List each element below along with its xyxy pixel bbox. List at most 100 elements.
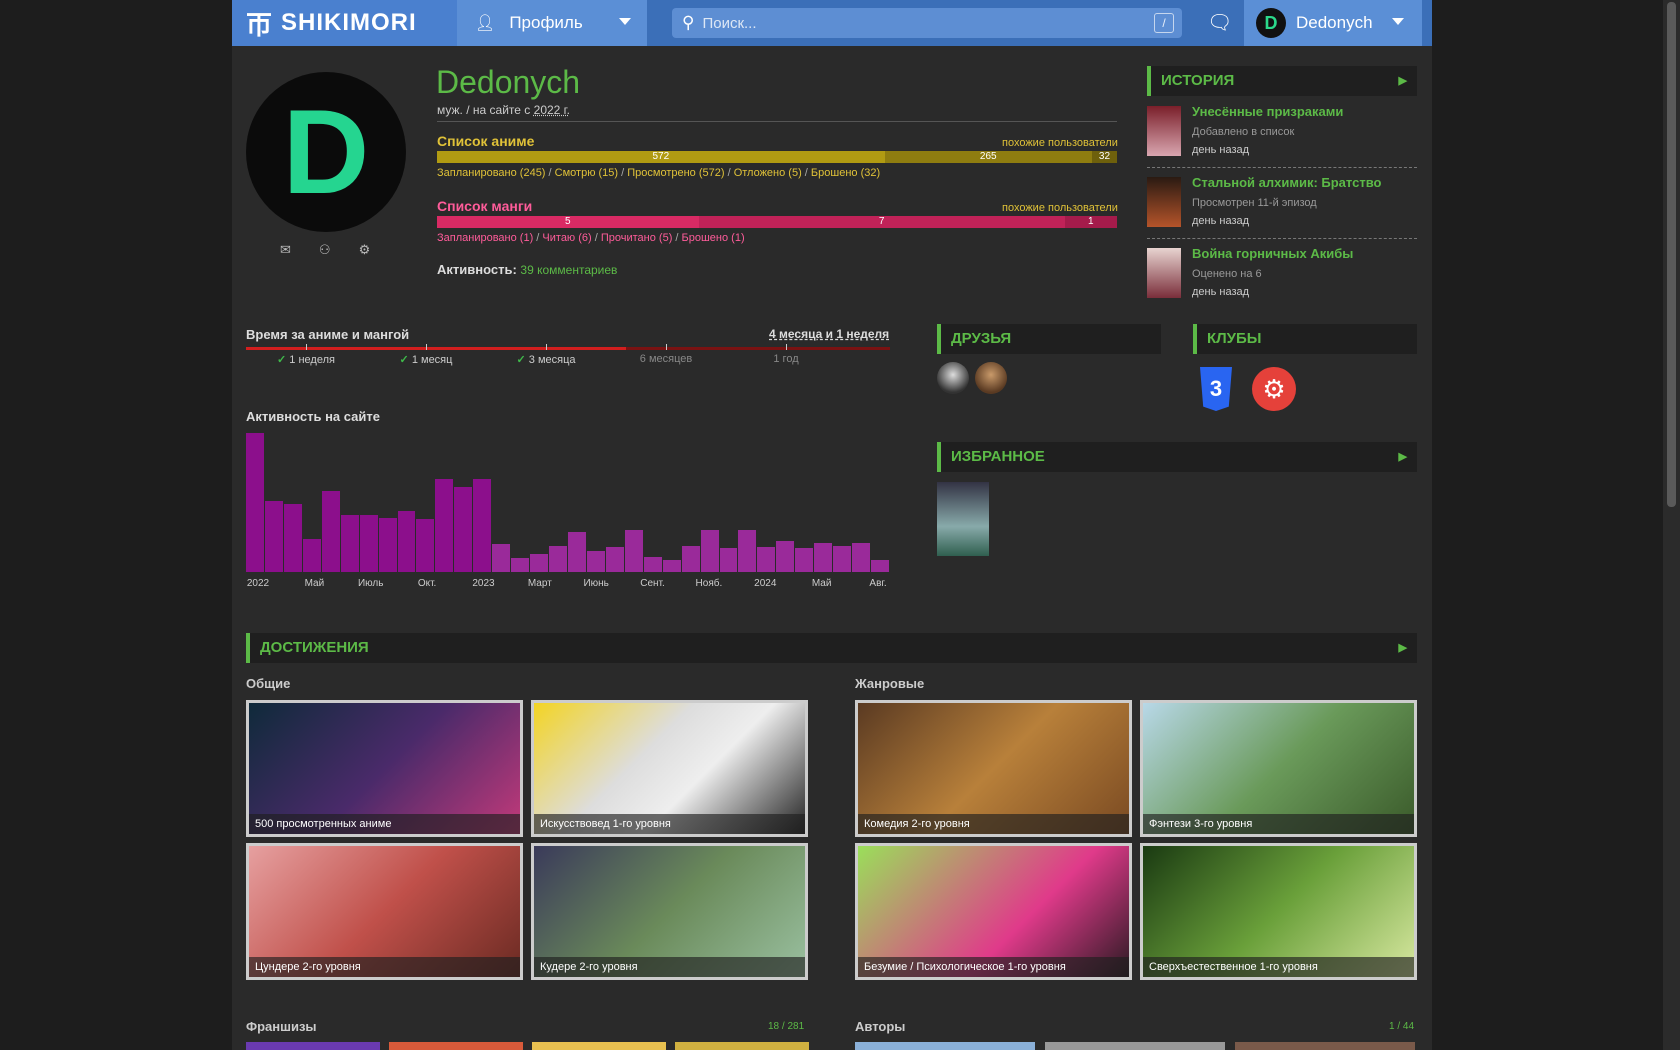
achievement-card[interactable]: Фэнтези 3-го уровня xyxy=(1140,700,1417,837)
page-scrollbar[interactable] xyxy=(1663,0,1680,1050)
list-status-link[interactable]: Прочитано (5) xyxy=(601,232,673,244)
profile-actions: ✉ ⚇ ⚙ xyxy=(280,242,370,258)
list-status-link[interactable]: Брошено (1) xyxy=(682,232,745,244)
favourite-character[interactable] xyxy=(937,482,989,556)
messages-icon[interactable]: 🗨︎ xyxy=(1207,10,1232,35)
activity-bar[interactable] xyxy=(757,546,776,572)
activity-bar[interactable] xyxy=(246,433,264,572)
history-item[interactable]: Стальной алхимик: Братство Просмотрен 11… xyxy=(1147,175,1417,245)
user-menu[interactable]: D Dedonych xyxy=(1244,0,1422,46)
activity-bar[interactable] xyxy=(568,531,586,572)
achievement-label: 500 просмотренных аниме xyxy=(249,814,520,834)
list-status-link[interactable]: Смотрю (15) xyxy=(555,167,618,179)
list-status-link[interactable]: Отложено (5) xyxy=(734,167,802,179)
anime-list-title[interactable]: Список аниме xyxy=(437,133,534,149)
achievement-label: Комедия 2-го уровня xyxy=(858,814,1129,834)
time-mark-label: ✓ 1 неделя xyxy=(277,354,335,366)
activity-bar[interactable] xyxy=(662,559,681,572)
friend-avatar[interactable] xyxy=(975,362,1007,394)
gears-club-icon[interactable]: ⚙ xyxy=(1252,367,1296,411)
achievement-card[interactable]: Цундере 2-го уровня xyxy=(246,843,523,980)
activity-comments-link[interactable]: 39 комментариев xyxy=(520,263,617,277)
time-spent-total[interactable]: 4 месяца и 1 неделя xyxy=(769,327,889,341)
achievement-card[interactable]: Комедия 2-го уровня xyxy=(855,700,1132,837)
manga-similar-users[interactable]: похожие пользователи xyxy=(1002,202,1118,214)
activity-bar[interactable] xyxy=(852,542,871,572)
profile-menu[interactable]: 👤︎ Профиль xyxy=(457,0,647,46)
activity-bar[interactable] xyxy=(681,545,700,572)
activity-bar[interactable] xyxy=(871,559,889,572)
achievement-card[interactable]: Искусствовед 1-го уровня xyxy=(531,700,808,837)
activity-bar[interactable] xyxy=(795,548,814,572)
favourites-header[interactable]: ИЗБРАННОЕ ▶ xyxy=(937,442,1417,472)
activity-bar[interactable] xyxy=(359,515,378,572)
history-item[interactable]: Война горничных Акибы Оценено на 6 день … xyxy=(1147,246,1417,316)
history-item-time: день назад xyxy=(1192,286,1250,298)
history-item[interactable]: Унесённые призраками Добавлено в список … xyxy=(1147,104,1417,174)
author-card[interactable] xyxy=(855,1042,1035,1050)
anime-poster[interactable] xyxy=(1147,248,1181,298)
activity-bar[interactable] xyxy=(435,478,454,572)
activity-bar[interactable] xyxy=(511,558,530,572)
list-status-link[interactable]: Запланировано (1) xyxy=(437,232,533,244)
settings-icon[interactable]: ⚙ xyxy=(359,242,371,258)
achievement-card[interactable]: 500 просмотренных аниме xyxy=(246,700,523,837)
scrollbar-thumb[interactable] xyxy=(1667,2,1676,507)
activity-bar[interactable] xyxy=(283,503,302,572)
list-status-link[interactable]: Читаю (6) xyxy=(542,232,591,244)
activity-bar[interactable] xyxy=(302,538,321,572)
activity-bar[interactable] xyxy=(719,548,738,572)
list-status-link[interactable]: Просмотрено (572) xyxy=(627,167,724,179)
activity-bar[interactable] xyxy=(397,510,416,572)
achievements-header[interactable]: ДОСТИЖЕНИЯ ▶ xyxy=(246,633,1417,663)
friend-avatar[interactable] xyxy=(937,362,969,394)
history-header[interactable]: ИСТОРИЯ ▶ xyxy=(1147,66,1417,96)
history-item-title[interactable]: Унесённые призраками xyxy=(1192,104,1343,119)
author-card[interactable] xyxy=(1045,1042,1225,1050)
activity-bar[interactable] xyxy=(643,556,662,572)
activity-bar[interactable] xyxy=(833,545,852,572)
activity-bar[interactable] xyxy=(378,517,397,572)
franchise-card[interactable] xyxy=(389,1042,523,1050)
activity-bar[interactable] xyxy=(586,551,605,572)
franchise-card[interactable] xyxy=(675,1042,809,1050)
friends-header[interactable]: ДРУЗЬЯ xyxy=(937,324,1161,354)
site-logo[interactable]: 帀 SHIKIMORI xyxy=(232,0,457,46)
css3-club-icon[interactable]: 3 xyxy=(1200,367,1232,411)
activity-bar[interactable] xyxy=(492,544,511,572)
activity-bar[interactable] xyxy=(549,545,567,572)
activity-bar[interactable] xyxy=(605,546,624,572)
anime-poster[interactable] xyxy=(1147,106,1181,156)
author-card[interactable] xyxy=(1235,1042,1415,1050)
achievement-card[interactable]: Кудере 2-го уровня xyxy=(531,843,808,980)
activity-bar[interactable] xyxy=(530,553,549,572)
activity-bar[interactable] xyxy=(776,541,795,572)
franchise-card[interactable] xyxy=(532,1042,666,1050)
history-item-status: Просмотрен 11-й эпизод xyxy=(1192,197,1317,209)
list-status-link[interactable]: Запланировано (245) xyxy=(437,167,545,179)
franchise-card[interactable] xyxy=(246,1042,380,1050)
activity-bar[interactable] xyxy=(624,530,643,572)
anime-poster[interactable] xyxy=(1147,177,1181,227)
achievement-card[interactable]: Сверхъестественное 1-го уровня xyxy=(1140,843,1417,980)
list-status-link[interactable]: Брошено (32) xyxy=(811,167,880,179)
clubs-header[interactable]: КЛУБЫ xyxy=(1193,324,1417,354)
history-item-title[interactable]: Война горничных Акибы xyxy=(1192,246,1353,261)
activity-bar[interactable] xyxy=(321,491,340,572)
friends-icon[interactable]: ⚇ xyxy=(319,242,331,258)
search-input[interactable]: ⚲ Поиск... / xyxy=(672,8,1182,38)
history-item-title[interactable]: Стальной алхимик: Братство xyxy=(1192,175,1381,190)
mail-icon[interactable]: ✉ xyxy=(280,242,291,258)
activity-bar[interactable] xyxy=(340,515,359,572)
activity-bar[interactable] xyxy=(473,478,492,572)
activity-bar[interactable] xyxy=(454,487,473,572)
activity-bar[interactable] xyxy=(264,501,283,572)
activity-bar[interactable] xyxy=(814,542,833,572)
activity-bar[interactable] xyxy=(700,530,719,572)
anime-similar-users[interactable]: похожие пользователи xyxy=(1002,137,1118,149)
profile-since-year[interactable]: 2022 г. xyxy=(534,103,570,117)
manga-list-title[interactable]: Список манги xyxy=(437,198,532,214)
activity-bar[interactable] xyxy=(416,519,435,572)
activity-bar[interactable] xyxy=(738,530,757,572)
achievement-card[interactable]: Безумие / Психологическое 1-го уровня xyxy=(855,843,1132,980)
